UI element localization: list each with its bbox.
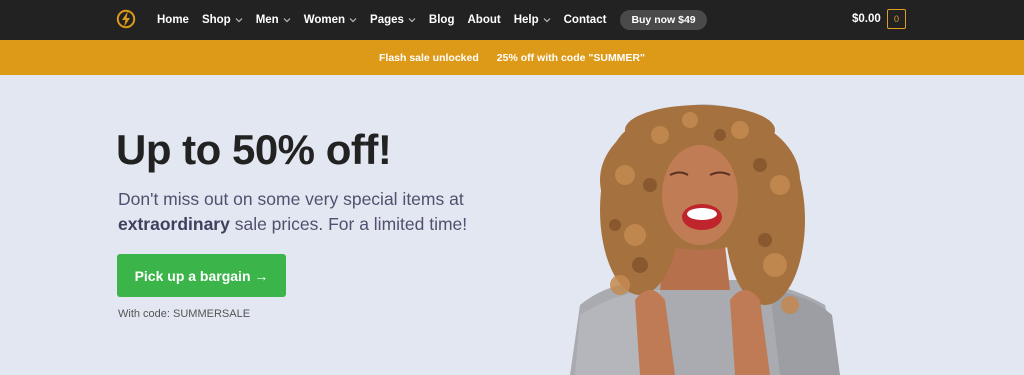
hero-description: Don't miss out on some very special item… (118, 187, 478, 237)
promo-bar: Flash sale unlocked 25% off with code "S… (0, 40, 1024, 75)
menu-label: Pages (370, 14, 404, 26)
buy-now-button[interactable]: Buy now $49 (620, 10, 707, 30)
menu-label: Blog (428, 14, 455, 26)
hero-text-bold: extraordinary (118, 214, 230, 234)
cart-total[interactable]: $0.00 (852, 13, 881, 25)
promo-left-text: Flash sale unlocked (378, 51, 479, 64)
chevron-down-icon (543, 18, 551, 23)
chevron-down-icon (235, 18, 243, 23)
hero-text-pre: Don't miss out on some very special item… (118, 189, 464, 209)
menu-item-home[interactable]: Home (157, 14, 189, 26)
cart-count-icon[interactable]: 0 (887, 9, 906, 29)
hero-title: Up to 50% off! (116, 126, 392, 173)
menu-label: Contact (563, 14, 607, 26)
menu-item-help[interactable]: Help (514, 14, 551, 26)
menu-item-about[interactable]: About (467, 14, 500, 26)
menu-label: Shop (201, 14, 231, 26)
menu-label: Home (157, 14, 189, 26)
menu-label: Men (255, 14, 279, 26)
top-navigation: Home Shop Men Women Pages Blog About Hel… (0, 0, 1024, 40)
menu-item-shop[interactable]: Shop (202, 14, 243, 26)
hero-text-post: sale prices. For a limited time! (229, 214, 468, 234)
menu-item-women[interactable]: Women (304, 14, 357, 26)
discount-code-note: With code: SUMMERSALE (118, 308, 251, 320)
promo-right-text: 25% off with code "SUMMER" (496, 51, 645, 64)
menu-item-blog[interactable]: Blog (429, 14, 455, 26)
pick-up-bargain-button[interactable]: Pick up a bargain → (117, 254, 286, 297)
chevron-down-icon (283, 18, 291, 23)
menu-item-men[interactable]: Men (256, 14, 291, 26)
hero-model-image (570, 104, 840, 375)
menu-item-pages[interactable]: Pages (370, 14, 416, 26)
lightning-bolt-icon[interactable] (116, 9, 136, 29)
menu-label: Help (513, 14, 539, 26)
main-menu: Home Shop Men Women Pages Blog About Hel… (157, 0, 707, 40)
menu-label: About (467, 14, 501, 26)
chevron-down-icon (408, 18, 416, 23)
chevron-down-icon (349, 18, 357, 23)
menu-item-contact[interactable]: Contact (564, 14, 607, 26)
hero-section: Up to 50% off! Don't miss out on some ve… (0, 75, 1024, 375)
menu-label: Women (303, 14, 346, 26)
